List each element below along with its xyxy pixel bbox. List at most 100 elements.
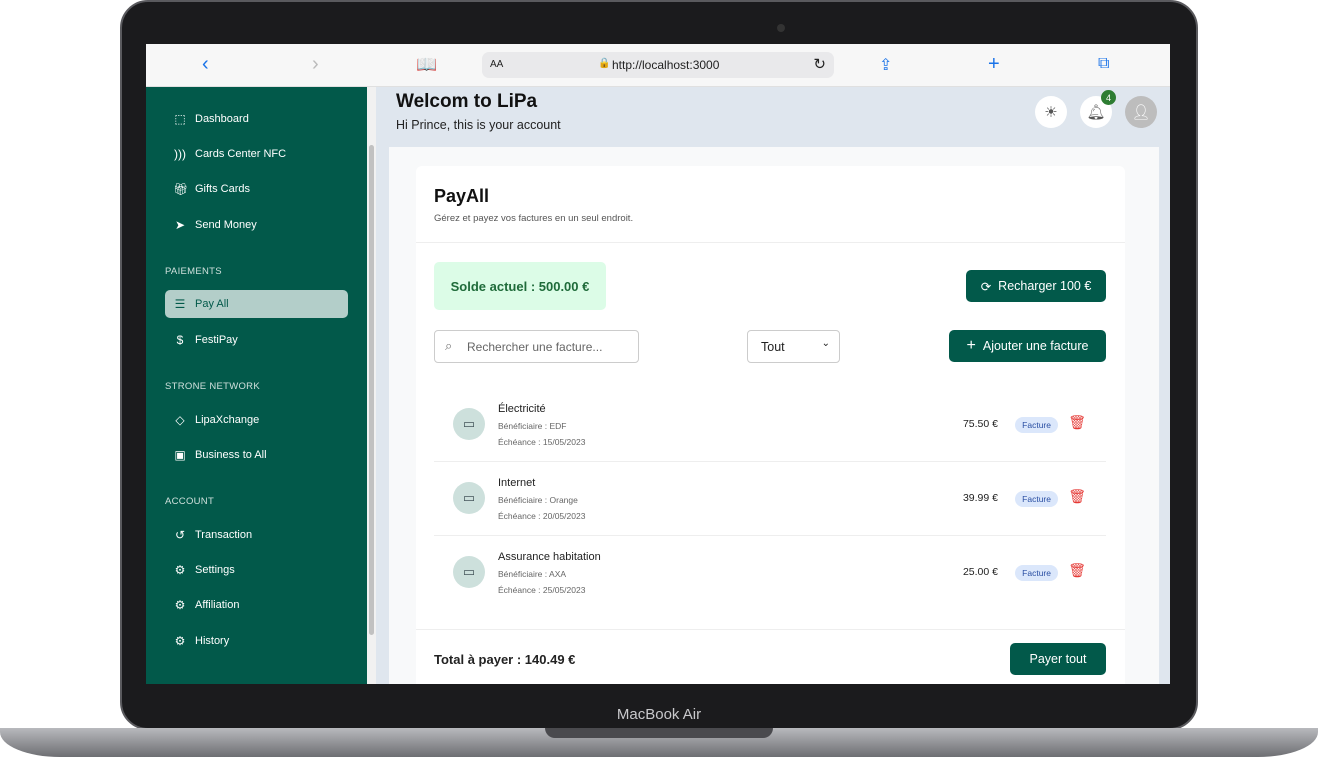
nfc-icon: ))) <box>174 147 186 161</box>
search-input[interactable]: ⌕ Rechercher une facture... <box>434 330 639 363</box>
sidebar-item-label: Settings <box>195 564 235 576</box>
button-label: Recharger 100 € <box>998 279 1092 293</box>
bookmarks-icon[interactable]: 📖 <box>416 55 437 75</box>
back-icon[interactable]: ‹ <box>202 53 209 76</box>
sidebar-item-gifts-cards[interactable]: 🎁︎ Gifts Cards <box>165 175 348 203</box>
bill-row: ▭ Internet Bénéficiaire : Orange Échéanc… <box>434 462 1106 536</box>
bell-icon: 🔔︎ <box>1086 104 1106 121</box>
bus-icon: ▣ <box>174 448 186 462</box>
sidebar-item-pay-all[interactable]: ☰ Pay All <box>165 290 348 318</box>
camera <box>777 24 785 32</box>
forward-icon[interactable]: › <box>312 53 319 76</box>
section-title: PAIEMENTS <box>165 266 222 277</box>
sun-icon: ☀ <box>1044 104 1058 121</box>
gear-icon: ⚙ <box>174 634 186 648</box>
reload-icon[interactable]: ↻ <box>813 55 826 73</box>
search-placeholder: Rechercher une facture... <box>467 340 603 354</box>
sidebar-scrollbar[interactable] <box>367 87 376 684</box>
add-bill-button[interactable]: + Ajouter une facture <box>949 330 1106 362</box>
sidebar-item-dashboard[interactable]: ⬚ Dashboard <box>165 105 348 133</box>
total-label: Total à payer : 140.49 € <box>434 652 576 667</box>
section-title: STRONE NETWORK <box>165 381 260 392</box>
text-size-button[interactable]: AA <box>490 59 503 70</box>
plus-icon: + <box>966 337 976 354</box>
recharge-button[interactable]: ⟳ Recharger 100 € <box>966 270 1106 302</box>
bill-row: ▭ Électricité Bénéficiaire : EDF Échéanc… <box>434 388 1106 462</box>
address-bar[interactable]: AA 🔒 http://localhost:3000 ↻ <box>482 52 834 78</box>
sidebar-item-label: Cards Center NFC <box>195 148 287 160</box>
bill-name: Internet <box>498 477 536 489</box>
page-title: Welcom to LiPa <box>396 91 538 112</box>
card-subtitle: Gérez et payez vos factures en un seul e… <box>434 213 634 224</box>
bill-beneficiary: Bénéficiaire : AXA <box>498 569 567 579</box>
list-icon: ☰ <box>174 297 186 311</box>
url-text: http://localhost:3000 <box>612 58 720 72</box>
sidebar-item-settings[interactable]: ⚙ Settings <box>165 556 348 584</box>
payall-card: PayAll Gérez et payez vos factures en un… <box>416 166 1125 684</box>
sidebar-item-transaction[interactable]: ↺ Transaction <box>165 521 348 549</box>
chevron-down-icon: ⌄ <box>821 338 830 349</box>
theme-toggle-button[interactable]: ☀ <box>1035 96 1067 128</box>
sidebar-item-label: FestiPay <box>195 334 238 346</box>
filter-value: Tout <box>761 340 785 354</box>
dashboard-icon: ⬚ <box>174 112 186 126</box>
exchange-icon: ◇ <box>175 413 185 427</box>
bill-beneficiary: Bénéficiaire : Orange <box>498 495 578 505</box>
card-title: PayAll <box>434 186 490 206</box>
bill-tag: Facture <box>1015 417 1058 433</box>
share-icon[interactable]: ⇪ <box>879 55 892 75</box>
laptop-notch <box>545 728 773 738</box>
bill-due-date: Échéance : 20/05/2023 <box>498 511 586 521</box>
bill-amount: 25.00 € <box>962 566 998 578</box>
sidebar-item-label: Pay All <box>195 298 229 310</box>
lock-icon: 🔒 <box>598 58 611 69</box>
device-label: MacBook Air <box>616 706 702 723</box>
bill-row: ▭ Assurance habitation Bénéficiaire : AX… <box>434 536 1106 610</box>
sidebar-item-label: Business to All <box>195 449 267 461</box>
section-title: ACCOUNT <box>165 496 215 507</box>
sidebar-item-affiliation[interactable]: ⚙ Affiliation <box>165 591 348 619</box>
trash-icon[interactable]: 🗑︎ <box>1068 488 1086 505</box>
gear-icon: ⚙ <box>174 563 186 577</box>
bill-name: Électricité <box>498 403 546 415</box>
refresh-icon: ⟳ <box>980 279 992 294</box>
bill-due-date: Échéance : 25/05/2023 <box>498 585 586 595</box>
screen: ‹ › 📖 AA 🔒 http://localhost:3000 ↻ ⇪ + ⧉… <box>146 44 1170 684</box>
bill-name: Assurance habitation <box>498 551 601 563</box>
card-icon: ▭ <box>453 556 485 588</box>
sidebar-item-send-money[interactable]: ➤ Send Money <box>165 211 348 239</box>
pay-all-button[interactable]: Payer tout <box>1010 643 1106 675</box>
card-icon: ▭ <box>453 408 485 440</box>
browser-toolbar: ‹ › 📖 AA 🔒 http://localhost:3000 ↻ ⇪ + ⧉ <box>146 44 1170 87</box>
sidebar-item-lipaxchange[interactable]: ◇ LipaXchange <box>165 406 348 434</box>
filter-select[interactable]: Tout ⌄ <box>747 330 840 363</box>
balance-display: Solde actuel : 500.00 € <box>434 262 606 310</box>
bill-beneficiary: Bénéficiaire : EDF <box>498 421 567 431</box>
sidebar-item-history[interactable]: ⚙ History <box>165 627 348 655</box>
trash-icon[interactable]: 🗑︎ <box>1068 562 1086 579</box>
sidebar-item-label: Transaction <box>195 529 253 541</box>
sidebar-item-festipay[interactable]: $ FestiPay <box>165 326 348 354</box>
sidebar-item-label: History <box>195 635 230 647</box>
notifications-button[interactable]: 🔔︎ 4 <box>1080 90 1116 128</box>
bill-tag: Facture <box>1015 491 1058 507</box>
tabs-icon[interactable]: ⧉ <box>1098 55 1109 73</box>
sidebar: ⬚ Dashboard ))) Cards Center NFC 🎁︎ Gifts C… <box>146 87 367 684</box>
divider <box>416 629 1125 630</box>
divider <box>416 242 1125 243</box>
send-icon: ➤ <box>174 218 186 232</box>
card-icon: ▭ <box>453 482 485 514</box>
sidebar-item-cards-center-nfc[interactable]: ))) Cards Center NFC <box>165 140 348 168</box>
new-tab-icon[interactable]: + <box>988 53 1000 76</box>
bill-tag: Facture <box>1015 565 1058 581</box>
notification-badge: 4 <box>1101 90 1116 105</box>
avatar[interactable]: 👤︎ <box>1125 96 1157 128</box>
sidebar-item-business-to-all[interactable]: ▣ Business to All <box>165 441 348 469</box>
bill-amount: 39.99 € <box>962 492 998 504</box>
sidebar-item-label: LipaXchange <box>195 414 260 426</box>
trash-icon[interactable]: 🗑︎ <box>1068 414 1086 431</box>
gear-icon: ⚙ <box>174 598 186 612</box>
bill-due-date: Échéance : 15/05/2023 <box>498 437 586 447</box>
sidebar-item-label: Send Money <box>195 219 257 231</box>
button-label: Ajouter une facture <box>982 339 1089 353</box>
